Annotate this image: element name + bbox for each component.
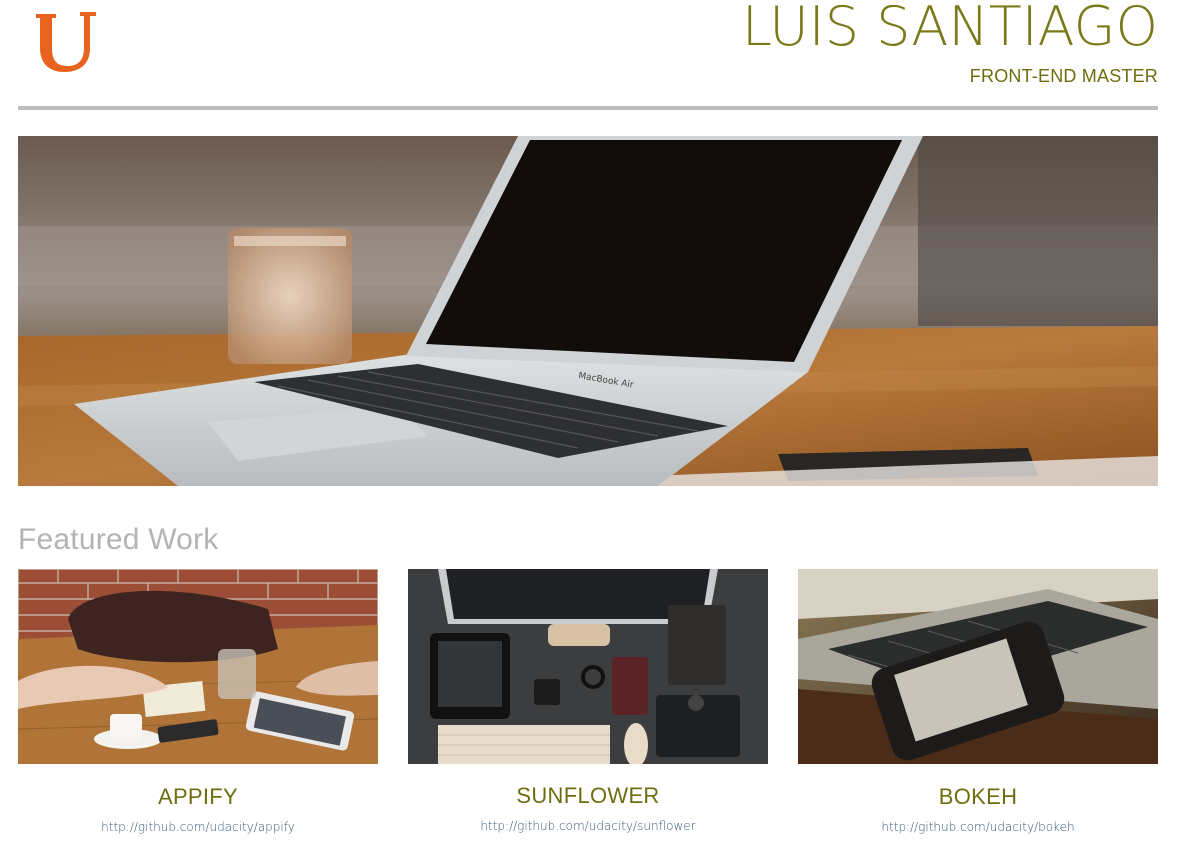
featured-work-heading: Featured Work <box>18 523 219 556</box>
hero-image: MacBook Air <box>18 136 1158 486</box>
header-divider <box>18 106 1158 110</box>
project-title-bokeh: BOKEH <box>938 784 1018 809</box>
project-title-appify: APPIFY <box>157 784 239 809</box>
project-title-sunflower: SUNFLOWER <box>516 783 660 808</box>
project-card-sunflower: SUNFLOWER http://github.com/udacity/sunf… <box>408 569 768 833</box>
udacity-logo[interactable] <box>34 8 100 76</box>
project-card-bokeh: BOKEH http://github.com/udacity/bokeh <box>798 569 1158 834</box>
project-thumbnail-appify[interactable] <box>18 569 378 764</box>
project-link-appify[interactable]: http://github.com/udacity/appify <box>18 820 378 834</box>
project-card-appify: APPIFY http://github.com/udacity/appify <box>18 569 378 834</box>
site-owner-role: FRONT-END MASTER <box>969 66 1158 86</box>
project-link-bokeh[interactable]: http://github.com/udacity/bokeh <box>798 820 1158 834</box>
project-link-sunflower[interactable]: http://github.com/udacity/sunflower <box>408 819 768 833</box>
project-thumbnail-bokeh[interactable] <box>798 569 1158 764</box>
project-thumbnail-sunflower[interactable] <box>408 569 768 764</box>
site-owner-name: LUIS SANTIAGO <box>741 0 1158 58</box>
